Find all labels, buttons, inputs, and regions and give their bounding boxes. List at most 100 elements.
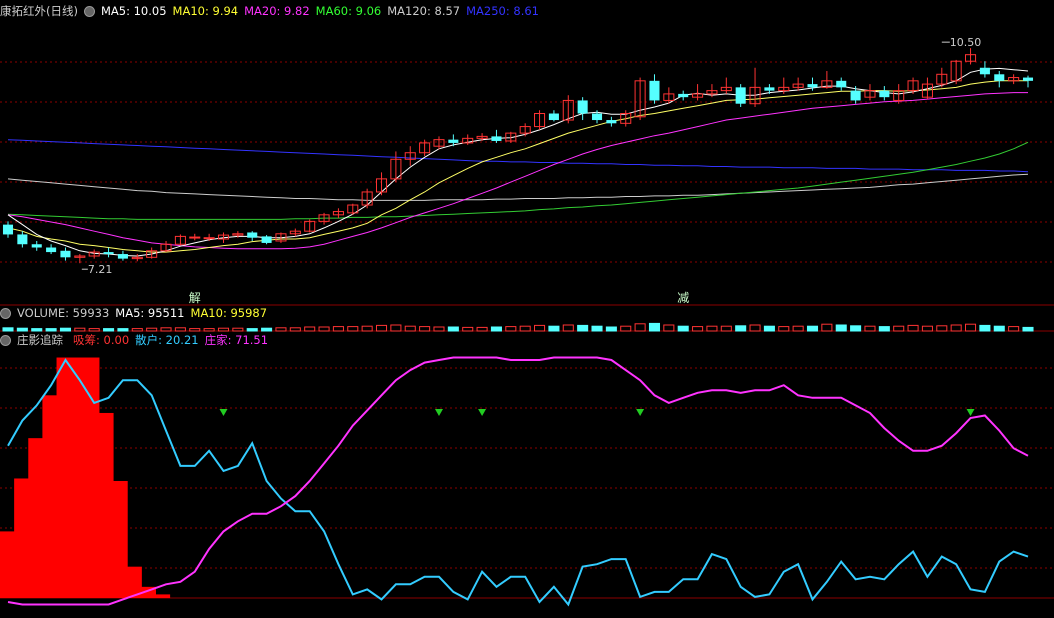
volume-bar xyxy=(692,326,704,332)
volume-bar xyxy=(534,324,546,332)
candle-body xyxy=(649,80,660,101)
candle-body xyxy=(189,236,201,239)
volume-bar xyxy=(447,326,459,332)
volume-bar xyxy=(648,322,661,332)
volume-bar xyxy=(965,323,977,332)
ma250-line xyxy=(7,139,1029,173)
candle-body xyxy=(247,232,258,238)
volume-bar xyxy=(59,327,71,332)
event-marker: 减 xyxy=(677,291,689,305)
signal-triangle xyxy=(966,409,975,416)
volume-bar xyxy=(763,325,775,332)
accumulation-bar xyxy=(42,395,58,598)
candle-body xyxy=(591,113,603,121)
volume-bar xyxy=(203,328,215,332)
volume-bar xyxy=(921,325,933,332)
volume-bar xyxy=(476,326,488,332)
volume-bar xyxy=(117,328,129,332)
volume-bar xyxy=(390,324,402,332)
candle-body xyxy=(850,90,861,101)
candle-body xyxy=(879,90,890,98)
volume-bar xyxy=(246,328,258,332)
signal-triangle xyxy=(434,409,443,416)
volume-bar xyxy=(577,324,589,332)
volume-bar xyxy=(806,325,819,332)
volume-bar xyxy=(304,326,316,332)
volume-bar xyxy=(505,326,517,332)
volume-bar xyxy=(548,325,560,332)
ma120-line xyxy=(7,173,1029,201)
volume-bar xyxy=(160,327,172,332)
volume-bar xyxy=(45,328,57,332)
volume-bar xyxy=(217,327,230,332)
volume-bar xyxy=(835,324,847,332)
volume-bar xyxy=(462,326,474,332)
volume-bar xyxy=(950,324,962,332)
candle-body xyxy=(678,93,689,98)
volume-bar xyxy=(419,326,431,332)
candle-body xyxy=(491,136,502,141)
volume-bar xyxy=(979,324,991,332)
volume-bar xyxy=(261,327,273,332)
candle-body xyxy=(577,100,588,114)
candle-body xyxy=(1022,77,1034,81)
candle-body xyxy=(448,139,459,143)
volume-bar xyxy=(189,328,201,332)
volume-bar xyxy=(31,328,43,332)
candle-body xyxy=(735,87,746,104)
ma10-line xyxy=(7,80,1028,253)
candle-body xyxy=(836,80,847,88)
candle-body xyxy=(46,247,57,253)
candle-body xyxy=(979,67,990,75)
volume-bar xyxy=(318,326,330,332)
candle-body xyxy=(60,250,71,258)
volume-bar xyxy=(936,325,948,332)
volume-bar xyxy=(749,324,761,332)
volume-bar xyxy=(88,328,100,332)
volume-bar xyxy=(375,324,388,332)
volume-bar xyxy=(893,325,905,332)
volume-bar xyxy=(864,325,876,332)
accumulation-bar xyxy=(28,438,43,598)
candle-body xyxy=(17,234,28,245)
volume-bar xyxy=(361,325,373,332)
volume-bar xyxy=(74,327,86,332)
volume-bar xyxy=(850,325,862,332)
volume-bar xyxy=(232,327,244,332)
volume-bar xyxy=(16,327,28,332)
candle-body xyxy=(548,113,559,121)
accumulation-bar xyxy=(0,531,15,598)
volume-bar xyxy=(289,327,301,332)
candle-body xyxy=(31,244,42,248)
volume-bar xyxy=(2,327,14,332)
low-price-label: 7.21 xyxy=(88,263,113,276)
signal-triangle xyxy=(219,409,228,416)
accumulation-bar xyxy=(70,357,86,598)
volume-bar xyxy=(792,325,804,332)
candle-body xyxy=(606,120,617,124)
candle-body xyxy=(117,254,128,259)
volume-bar xyxy=(404,325,416,332)
accumulation-bar xyxy=(113,481,128,598)
high-price-label: 10.50 xyxy=(950,36,982,49)
volume-bar xyxy=(878,326,890,332)
volume-bar xyxy=(591,325,603,332)
candle-body xyxy=(103,252,114,255)
volume-bar xyxy=(146,327,158,332)
volume-bar xyxy=(706,325,718,332)
volume-bar xyxy=(720,325,732,332)
event-marker: 解 xyxy=(189,291,201,305)
accumulation-bar xyxy=(14,478,29,598)
volume-bar xyxy=(275,327,287,332)
volume-bar xyxy=(347,326,359,332)
volume-bar xyxy=(778,326,790,332)
ma20-line xyxy=(7,92,1028,250)
accumulation-bar xyxy=(155,594,171,598)
dealer-line xyxy=(7,356,1029,606)
volume-bar xyxy=(562,324,574,332)
volume-bar xyxy=(821,323,833,332)
candle-body xyxy=(764,87,775,91)
volume-bar xyxy=(519,325,531,332)
candle-body xyxy=(203,237,215,240)
volume-bar xyxy=(620,325,632,332)
